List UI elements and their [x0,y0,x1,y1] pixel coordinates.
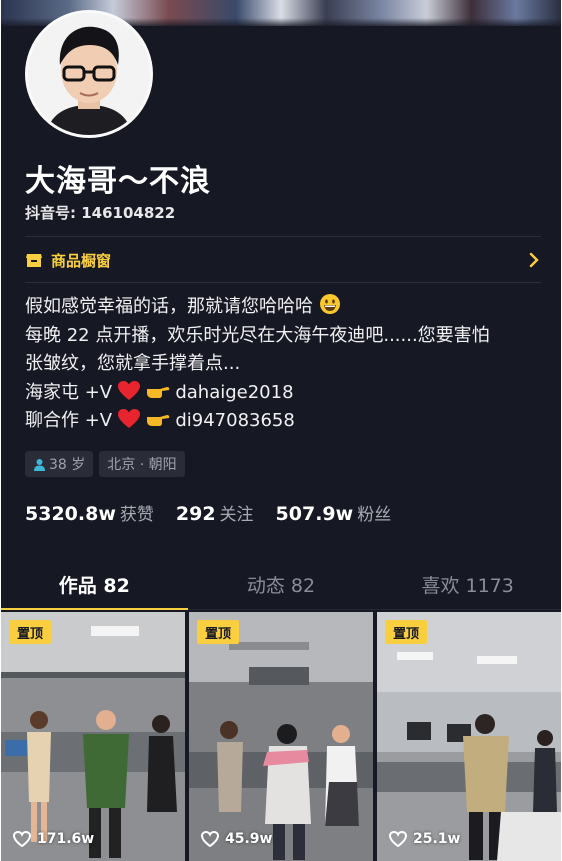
pinned-badge: 置顶 [385,620,428,644]
heart-emoji-icon [117,409,140,428]
stat-likes: 5320.8w 获赞 [25,503,154,525]
grinning-emoji-icon [319,294,340,314]
bio-line: 张皱纹，您就拿手撑着点... [25,353,241,374]
pinned-badge: 置顶 [9,620,52,644]
profile-tags: 38 岁 北京 · 朝阳 [25,451,185,477]
heart-outline-icon [201,831,219,847]
heart-emoji-icon [117,380,140,400]
shop-window-row[interactable]: 商品橱窗 [25,238,545,282]
bio-line: 每晚 22 点开播，欢乐时光尽在大海午夜迪吧......您要害怕 [25,324,490,346]
location-tag: 北京 · 朝阳 [99,451,185,477]
avatar[interactable] [25,10,153,138]
stat-following[interactable]: 292 关注 [176,500,254,525]
bio-line: 假如感觉幸福的话，那就请您哈哈哈 [25,293,545,322]
video-thumbnail[interactable]: 置顶 171.6w [1,612,185,861]
heart-outline-icon [389,831,407,847]
heart-outline-icon [13,831,31,847]
profile-page: 大海哥～不浪 抖音号: 146104822 商品橱窗 假如感觉幸福的话，那就请您… [1,0,561,861]
bio-line: 聊合作 +V di947083658 [25,409,295,431]
tab-likes[interactable]: 喜欢 1173 [374,560,561,609]
nickname: 大海哥～不浪 [25,164,211,199]
stat-followers[interactable]: 507.9w 粉丝 [276,500,392,525]
bio: 假如感觉幸福的话，那就请您哈哈哈 每晚 22 点开播，欢乐时光尽在大海午夜迪吧.… [25,293,545,436]
person-icon [34,458,45,471]
pinned-badge: 置顶 [197,620,240,644]
pointing-hand-emoji-icon [146,415,169,426]
video-grid: 置顶 171.6w 置顶 45.9w 置顶 25.1w [1,612,561,861]
bio-line: 海家屯 +V dahaige2018 [25,380,294,403]
video-thumbnail[interactable]: 置顶 25.1w [377,612,561,861]
age-tag: 38 岁 [25,451,94,477]
douyin-id: 抖音号: 146104822 [25,204,176,222]
shop-window-label: 商品橱窗 [51,251,112,270]
like-count: 45.9w [201,831,272,847]
divider [25,236,541,237]
like-count: 171.6w [13,831,94,847]
tab-works[interactable]: 作品 82 [1,560,188,610]
stats-row: 5320.8w 获赞 292 关注 507.9w 粉丝 [25,500,413,525]
tab-moments[interactable]: 动态 82 [188,560,375,609]
content-tabs: 作品 82 动态 82 喜欢 1173 [1,560,561,610]
chevron-right-icon [529,252,539,268]
video-thumbnail[interactable]: 置顶 45.9w [189,612,373,861]
like-count: 25.1w [389,831,460,847]
divider [25,282,541,283]
shop-icon [26,254,42,267]
pointing-hand-emoji-icon [146,386,169,398]
